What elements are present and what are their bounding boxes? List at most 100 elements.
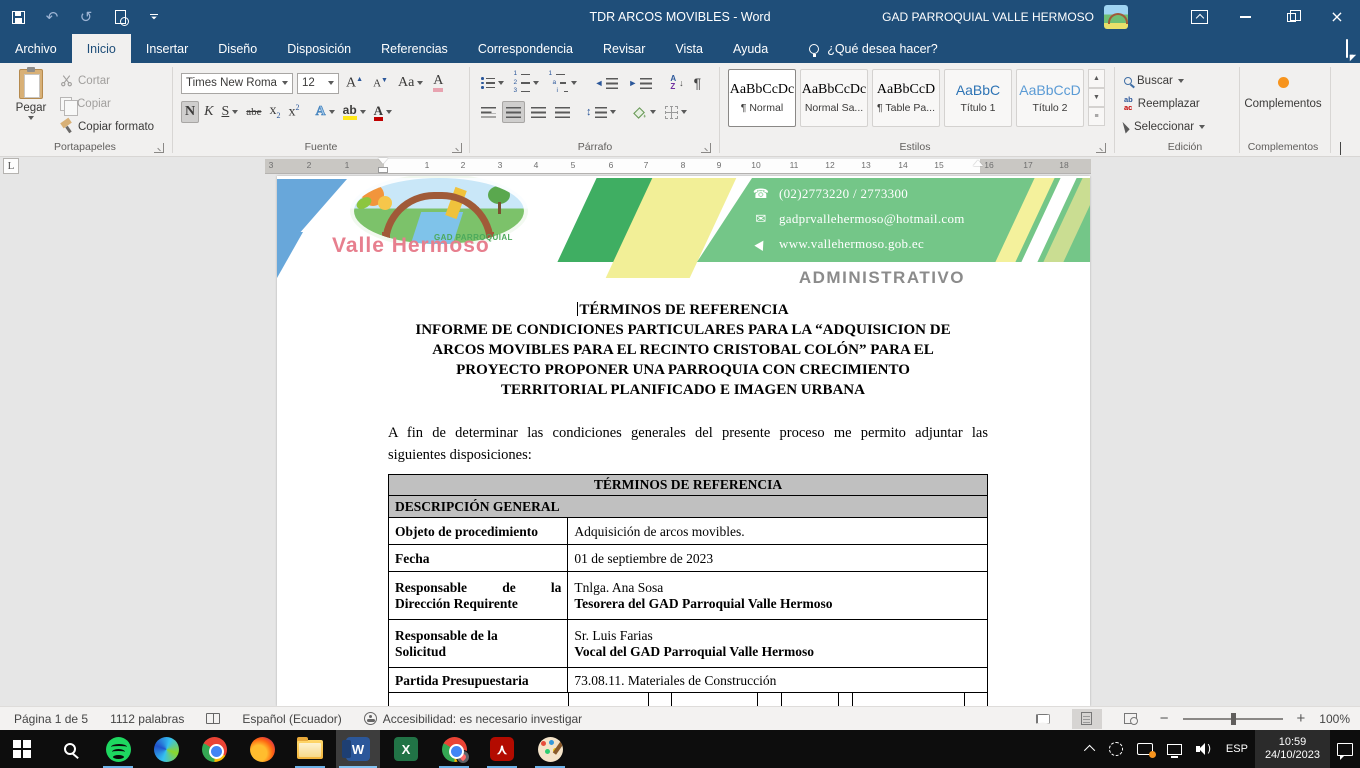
font-color-button[interactable]: A	[371, 101, 395, 123]
taskbar-clock[interactable]: 10:59 24/10/2023	[1255, 730, 1330, 768]
tab-archivo[interactable]: Archivo	[0, 34, 72, 63]
style-titulo-2[interactable]: AaBbCcD Título 2	[1016, 69, 1084, 127]
clipboard-dialog-launcher[interactable]	[154, 143, 164, 153]
zoom-out-button[interactable]: −	[1160, 711, 1169, 726]
font-size-combobox[interactable]: 12	[297, 73, 339, 94]
cut-button[interactable]: Cortar	[60, 69, 154, 92]
tray-expand-button[interactable]	[1080, 730, 1102, 768]
tab-insertar[interactable]: Insertar	[131, 34, 203, 63]
shrink-font-button[interactable]: A▼	[370, 72, 391, 94]
left-indent-marker[interactable]	[378, 167, 388, 173]
multilevel-list-button[interactable]: 1ai	[546, 72, 580, 94]
tray-cast-button[interactable]	[1130, 730, 1160, 768]
read-mode-button[interactable]	[1028, 709, 1058, 729]
decrease-indent-button[interactable]: ◄	[592, 72, 622, 94]
print-layout-button[interactable]	[1072, 709, 1102, 729]
find-button[interactable]: Buscar	[1124, 69, 1205, 92]
feedback-button[interactable]	[1346, 40, 1348, 58]
horizontal-ruler[interactable]: 321123456789101112131415161718	[265, 159, 1091, 173]
tab-stop-selector[interactable]: L	[3, 158, 19, 174]
tab-diseno[interactable]: Diseño	[203, 34, 272, 63]
bullets-button[interactable]	[478, 72, 507, 94]
select-button[interactable]: Seleccionar	[1124, 115, 1205, 138]
taskbar-paint-app[interactable]	[528, 730, 572, 768]
tray-volume-button[interactable]: )	[1189, 730, 1219, 768]
tab-ayuda[interactable]: Ayuda	[718, 34, 783, 63]
close-button[interactable]: ×	[1314, 0, 1360, 34]
print-preview-button[interactable]	[110, 6, 130, 28]
save-button[interactable]	[8, 6, 28, 28]
taskbar-firefox[interactable]	[240, 730, 284, 768]
underline-button[interactable]: S	[218, 101, 241, 123]
start-button[interactable]	[0, 730, 44, 768]
redo-button[interactable]: ↺	[76, 6, 96, 28]
document-page[interactable]: ☎ (02)2773220 / 2773300 ✉ gadprvalleherm…	[277, 176, 1090, 706]
language-switcher[interactable]: ESP	[1219, 730, 1255, 768]
bold-button[interactable]: N	[181, 101, 199, 123]
style-normal-sa[interactable]: AaBbCcDc Normal Sa...	[800, 69, 868, 127]
zoom-in-button[interactable]: +	[1297, 711, 1306, 726]
tray-sync-button[interactable]	[1102, 730, 1130, 768]
ribbon-display-options-button[interactable]	[1176, 0, 1222, 34]
font-dialog-launcher[interactable]	[452, 143, 462, 153]
show-marks-button[interactable]: ¶	[691, 72, 705, 94]
customize-qat-button[interactable]	[144, 6, 164, 28]
proofing-icon[interactable]	[206, 713, 220, 724]
replace-button[interactable]: abacReemplazar	[1124, 92, 1205, 115]
zoom-slider[interactable]	[1183, 718, 1283, 720]
sort-button[interactable]: AZ↓	[667, 72, 686, 94]
minimize-button[interactable]	[1222, 0, 1268, 34]
web-layout-button[interactable]	[1116, 709, 1146, 729]
tell-me-search[interactable]: ¿Qué desea hacer?	[809, 34, 938, 63]
styles-more-button[interactable]: ≡	[1088, 107, 1105, 126]
action-center-button[interactable]	[1330, 730, 1360, 768]
zoom-slider-thumb[interactable]	[1231, 713, 1236, 725]
accessibility-status[interactable]: Accesibilidad: es necesario investigar	[364, 712, 582, 726]
styles-scroll-up-button[interactable]: ▲	[1088, 69, 1105, 88]
taskbar-chrome[interactable]	[192, 730, 236, 768]
taskbar-file-explorer[interactable]	[288, 730, 332, 768]
paragraph-dialog-launcher[interactable]	[701, 143, 711, 153]
right-indent-marker[interactable]	[973, 160, 983, 166]
taskbar-chrome-profile[interactable]	[432, 730, 476, 768]
first-line-indent-marker[interactable]	[378, 158, 388, 164]
taskbar-spotify[interactable]	[96, 730, 140, 768]
borders-button[interactable]	[662, 101, 690, 123]
italic-button[interactable]: K	[201, 101, 216, 123]
paste-button[interactable]: Pegar	[8, 69, 54, 120]
strikethrough-button[interactable]: abe	[243, 101, 264, 123]
word-count[interactable]: 1112 palabras	[110, 712, 184, 726]
style-titulo-1[interactable]: AaBbC Título 1	[944, 69, 1012, 127]
restore-button[interactable]	[1268, 0, 1314, 34]
taskbar-word-active[interactable]: W	[336, 730, 380, 768]
addins-button[interactable]: Complementos	[1243, 69, 1323, 110]
superscript-button[interactable]: x2	[286, 101, 303, 123]
line-spacing-button[interactable]: ↕	[583, 101, 619, 123]
grow-font-button[interactable]: A▲	[343, 72, 366, 94]
style-table-pa[interactable]: AaBbCcD ¶ Table Pa...	[872, 69, 940, 127]
collapse-ribbon-button[interactable]	[1340, 143, 1341, 155]
format-painter-button[interactable]: Copiar formato	[60, 115, 154, 138]
text-effects-button[interactable]: A	[313, 101, 338, 123]
tab-revisar[interactable]: Revisar	[588, 34, 660, 63]
account-info[interactable]: GAD PARROQUIAL VALLE HERMOSO	[882, 0, 1128, 34]
justify-button[interactable]	[552, 101, 573, 123]
change-case-button[interactable]: Aa	[395, 72, 426, 94]
highlight-button[interactable]: ab	[340, 101, 369, 123]
style-normal[interactable]: AaBbCcDc ¶ Normal	[728, 69, 796, 127]
tab-correspondencia[interactable]: Correspondencia	[463, 34, 588, 63]
align-center-button[interactable]	[502, 101, 525, 123]
clear-formatting-button[interactable]: A	[430, 72, 446, 94]
tab-vista[interactable]: Vista	[660, 34, 718, 63]
account-avatar[interactable]	[1104, 5, 1128, 29]
increase-indent-button[interactable]: ►	[625, 72, 655, 94]
align-left-button[interactable]	[478, 101, 499, 123]
taskbar-search-button[interactable]	[48, 730, 92, 768]
tray-network-button[interactable]	[1160, 730, 1189, 768]
align-right-button[interactable]	[528, 101, 549, 123]
tab-disposicion[interactable]: Disposición	[272, 34, 366, 63]
copy-button[interactable]: Copiar	[60, 92, 154, 115]
page-indicator[interactable]: Página 1 de 5	[14, 712, 88, 726]
language-indicator[interactable]: Español (Ecuador)	[242, 712, 341, 726]
zoom-level[interactable]: 100%	[1319, 712, 1350, 726]
